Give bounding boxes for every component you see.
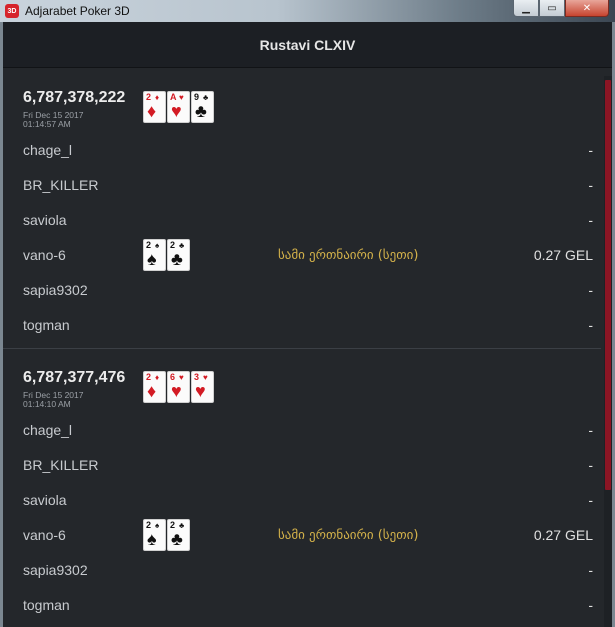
hand-time: 01:14:10 AM xyxy=(23,399,71,409)
player-name: saviola xyxy=(23,492,67,508)
window-titlebar[interactable]: 3D Adjarabet Poker 3D ▁ ▭ ✕ xyxy=(0,0,615,22)
hole-card: 2 ♠ ♠ xyxy=(143,519,166,551)
player-result: - xyxy=(588,492,593,508)
player-row[interactable]: chage_l - xyxy=(3,413,601,448)
hand-entry[interactable]: 6,787,377,476 Fri Dec 15 2017 01:14:10 AM 2… xyxy=(3,351,601,627)
card-suit-icon: ♠ xyxy=(147,249,157,269)
hand-entry[interactable]: 6,787,378,222 Fri Dec 15 2017 01:14:57 AM 2… xyxy=(3,71,601,351)
player-result: - xyxy=(588,317,593,333)
player-result: - xyxy=(588,562,593,578)
card-suit-icon: ♣ xyxy=(195,101,207,121)
minimize-button[interactable]: ▁ xyxy=(513,0,539,17)
window-controls: ▁ ▭ ✕ xyxy=(513,0,609,18)
player-row[interactable]: BR_KILLER - xyxy=(3,168,601,203)
maximize-button[interactable]: ▭ xyxy=(539,0,565,17)
player-name: sapia9302 xyxy=(23,562,88,578)
player-result: - xyxy=(588,597,593,613)
player-row[interactable]: vano-6 0.27 GEL 2 ♠ ♠ 2 ♣ ♣ სამი ერთნაირი (სეთი) xyxy=(3,518,601,553)
hole-cards: 2 ♠ ♠ 2 ♣ ♣ xyxy=(143,239,190,271)
player-result: - xyxy=(588,212,593,228)
card-suit-icon: ♣ xyxy=(171,529,183,549)
card-suit-icon: ♦ xyxy=(147,381,157,401)
hand-history-list[interactable]: 6,787,378,222 Fri Dec 15 2017 01:14:57 AM 2… xyxy=(3,68,612,627)
scrollbar-thumb[interactable] xyxy=(605,80,611,490)
hole-cards: 2 ♠ ♠ 2 ♣ ♣ xyxy=(143,519,190,551)
player-result: - xyxy=(588,177,593,193)
board-cards: 2 ♦ ♦ 6 ♥ ♥ 3 ♥ ♥ xyxy=(143,371,214,403)
hand-rank-label: სამი ერთნაირი (სეთი) xyxy=(278,528,419,543)
player-result: - xyxy=(588,457,593,473)
card-suit-icon: ♣ xyxy=(171,249,183,269)
hand-time: 01:14:57 AM xyxy=(23,119,71,129)
close-button[interactable]: ✕ xyxy=(565,0,609,17)
player-result: 0.27 GEL xyxy=(533,527,593,543)
player-name: chage_l xyxy=(23,422,73,438)
player-name: togman xyxy=(23,317,70,333)
hand-timestamp: Fri Dec 15 2017 01:14:10 AM xyxy=(23,391,113,409)
player-row[interactable]: sapia9302 - xyxy=(3,553,601,588)
hand-number: 6,787,378,222 xyxy=(23,89,126,106)
hand-rank-label: სამი ერთნაირი (სეთი) xyxy=(278,248,419,263)
player-name: BR_KILLER xyxy=(23,457,99,473)
player-name: BR_KILLER xyxy=(23,177,99,193)
board-card: 6 ♥ ♥ xyxy=(167,371,190,403)
hand-number: 6,787,377,476 xyxy=(23,369,126,386)
card-suit-icon: ♠ xyxy=(147,529,157,549)
player-row[interactable]: vano-6 0.27 GEL 2 ♠ ♠ 2 ♣ ♣ სამი ერთნაირი (სეთი) xyxy=(3,238,601,273)
hole-card: 2 ♠ ♠ xyxy=(143,239,166,271)
player-name: vano-6 xyxy=(23,527,66,543)
board-card: 9 ♣ ♣ xyxy=(191,91,214,123)
player-row[interactable]: chage_l - xyxy=(3,133,601,168)
player-name: sapia9302 xyxy=(23,282,88,298)
card-suit-icon: ♥ xyxy=(171,381,182,401)
player-result: - xyxy=(588,422,593,438)
board-card: 2 ♦ ♦ xyxy=(143,371,166,403)
hand-divider xyxy=(3,348,601,349)
player-result: 0.27 GEL xyxy=(533,247,593,263)
player-name: togman xyxy=(23,597,70,613)
player-name: saviola xyxy=(23,212,67,228)
card-suit-icon: ♦ xyxy=(147,101,157,121)
table-name: Rustavi CLXIV xyxy=(259,36,356,53)
hole-card: 2 ♣ ♣ xyxy=(167,519,190,551)
board-card: 3 ♥ ♥ xyxy=(191,371,214,403)
player-name: vano-6 xyxy=(23,247,66,263)
window-title: Adjarabet Poker 3D xyxy=(25,4,130,18)
card-suit-icon: ♥ xyxy=(171,101,182,121)
table-header: Rustavi CLXIV xyxy=(3,22,612,68)
board-card: A ♥ ♥ xyxy=(167,91,190,123)
player-row[interactable]: togman - xyxy=(3,588,601,623)
player-row[interactable]: saviola - xyxy=(3,203,601,238)
board-cards: 2 ♦ ♦ A ♥ ♥ 9 ♣ ♣ xyxy=(143,91,214,123)
app-logo-icon: 3D xyxy=(5,4,19,18)
player-result: - xyxy=(588,142,593,158)
player-row[interactable]: saviola - xyxy=(3,483,601,518)
player-row[interactable]: togman - xyxy=(3,308,601,343)
hand-timestamp: Fri Dec 15 2017 01:14:57 AM xyxy=(23,111,113,129)
player-row[interactable]: sapia9302 - xyxy=(3,273,601,308)
player-row[interactable]: BR_KILLER - xyxy=(3,448,601,483)
player-name: chage_l xyxy=(23,142,73,158)
hole-card: 2 ♣ ♣ xyxy=(167,239,190,271)
board-card: 2 ♦ ♦ xyxy=(143,91,166,123)
player-result: - xyxy=(588,282,593,298)
card-suit-icon: ♥ xyxy=(195,381,206,401)
